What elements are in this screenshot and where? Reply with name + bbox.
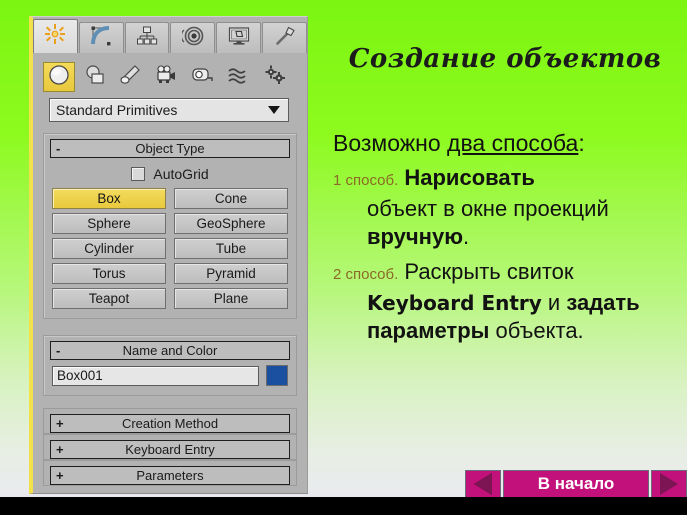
sphere-button[interactable]: Sphere	[52, 213, 166, 234]
geosphere-button[interactable]: GeoSphere	[174, 213, 288, 234]
chevron-down-icon	[268, 106, 280, 114]
cylinder-button[interactable]: Cylinder	[52, 238, 166, 259]
creation-method-expander[interactable]: +	[56, 417, 64, 430]
method-1-tail: .	[463, 224, 470, 249]
object-type-expander[interactable]: -	[56, 142, 60, 155]
method-2-marker: 2 способ.	[333, 266, 399, 283]
intro-line: Возможно два способа:	[333, 128, 681, 158]
primitive-button-grid: Box Cone Sphere GeoSphere Cylinder Tube …	[52, 188, 288, 309]
teapot-button[interactable]: Teapot	[52, 288, 166, 309]
object-type-body: AutoGrid Box Cone Sphere GeoSphere Cylin…	[44, 158, 296, 318]
method-2-normal-1: Раскрыть свиток	[404, 259, 574, 284]
motion-tab[interactable]	[170, 22, 216, 53]
hammer-icon	[274, 25, 296, 52]
modify-tab[interactable]	[78, 22, 124, 53]
method-2-rest: Keyboard Entry и задать параметры объект…	[333, 289, 681, 345]
method-1-marker: 1 способ.	[333, 172, 399, 189]
parameters-rollout-header[interactable]: + Parameters	[50, 466, 290, 485]
creation-method-title: Creation Method	[121, 416, 219, 431]
intro-underlined: два способа	[447, 130, 579, 156]
object-type-rollout: - Object Type AutoGrid Box Cone Sphere G…	[43, 133, 297, 319]
helpers-category[interactable]	[187, 62, 219, 92]
previous-slide-button[interactable]	[465, 470, 501, 498]
name-and-color-rollout: - Name and Color Box001	[43, 335, 297, 396]
shapes-category[interactable]	[79, 62, 111, 92]
cone-button[interactable]: Cone	[174, 188, 288, 209]
name-and-color-title: Name and Color	[122, 343, 218, 358]
method-2-normal-2: объекта.	[489, 318, 584, 343]
next-slide-button[interactable]	[651, 470, 687, 498]
triangle-left-icon	[474, 473, 492, 495]
method-2-conj: и	[541, 290, 567, 315]
torus-button[interactable]: Torus	[52, 263, 166, 284]
primitive-category-dropdown[interactable]: Standard Primitives	[49, 98, 289, 122]
keyboard-entry-label: Keyboard Entry	[367, 291, 542, 315]
object-type-title: Object Type	[135, 141, 205, 156]
tube-button[interactable]: Tube	[174, 238, 288, 259]
plane-button[interactable]: Plane	[174, 288, 288, 309]
triangle-right-icon	[660, 473, 678, 495]
autogrid-checkbox[interactable]	[131, 167, 146, 181]
dropdown-value: Standard Primitives	[56, 102, 178, 118]
method-1-normal-1: объект в окне проекций	[367, 196, 609, 221]
page-title: Создание объектов	[348, 44, 662, 74]
waves-icon	[227, 63, 251, 92]
shapes-icon	[83, 63, 107, 92]
creation-method-rollout: + Creation Method	[43, 408, 297, 434]
command-panel-tabstrip	[33, 18, 308, 53]
box-button[interactable]: Box	[52, 188, 166, 209]
sphere-icon	[47, 63, 71, 92]
intro-prefix: Возможно	[333, 130, 448, 156]
creation-method-rollout-header[interactable]: + Creation Method	[50, 414, 290, 433]
pyramid-button[interactable]: Pyramid	[174, 263, 288, 284]
tape-measure-icon	[191, 63, 215, 92]
object-color-swatch[interactable]	[266, 365, 288, 386]
slide-canvas: Standard Primitives - Object Type AutoGr…	[0, 0, 687, 515]
method-2-paragraph: 2 способ. Раскрыть свиток Keyboard Entry…	[333, 258, 681, 345]
body-text: Возможно два способа: 1 способ. Нарисова…	[333, 128, 681, 352]
name-and-color-body: Box001	[44, 360, 296, 395]
gears-icon	[263, 63, 287, 92]
navigation-bar: В начало	[465, 470, 687, 498]
intro-suffix: :	[578, 130, 585, 156]
method-1-paragraph: 1 способ. Нарисовать объект в окне проек…	[333, 164, 681, 251]
spacewarps-category[interactable]	[223, 62, 255, 92]
home-button[interactable]: В начало	[503, 470, 649, 498]
keyboard-entry-expander[interactable]: +	[56, 443, 64, 456]
keyboard-entry-rollout: + Keyboard Entry	[43, 434, 297, 460]
keyboard-entry-title: Keyboard Entry	[125, 442, 215, 457]
monitor-icon	[228, 25, 250, 52]
light-icon	[119, 63, 143, 92]
hierarchy-tab[interactable]	[124, 22, 170, 53]
method-1-bold-1: Нарисовать	[404, 165, 535, 190]
star-icon	[44, 23, 66, 50]
lights-category[interactable]	[115, 62, 147, 92]
object-type-rollout-header[interactable]: - Object Type	[50, 139, 290, 158]
utilities-tab[interactable]	[262, 22, 307, 53]
hierarchy-icon	[136, 25, 158, 52]
curve-icon	[90, 25, 112, 52]
command-panel: Standard Primitives - Object Type AutoGr…	[29, 16, 308, 494]
autogrid-row[interactable]: AutoGrid	[52, 163, 288, 185]
cameras-category[interactable]	[151, 62, 183, 92]
autogrid-label: AutoGrid	[153, 166, 209, 182]
camera-icon	[155, 63, 179, 92]
method-1-bold-2: вручную	[367, 224, 463, 249]
geometry-category[interactable]	[43, 62, 75, 92]
name-and-color-expander[interactable]: -	[56, 344, 60, 357]
keyboard-entry-rollout-header[interactable]: + Keyboard Entry	[50, 440, 290, 459]
create-tab[interactable]	[33, 19, 78, 53]
bottom-black-band	[0, 497, 687, 515]
parameters-title: Parameters	[136, 468, 204, 483]
parameters-rollout: + Parameters	[43, 460, 297, 486]
parameters-expander[interactable]: +	[56, 469, 64, 482]
spiral-icon	[180, 25, 204, 52]
method-1-rest: объект в окне проекций вручную.	[333, 195, 681, 251]
systems-category[interactable]	[259, 62, 291, 92]
name-and-color-rollout-header[interactable]: - Name and Color	[50, 341, 290, 360]
display-tab[interactable]	[216, 22, 262, 53]
object-name-input[interactable]: Box001	[52, 365, 259, 386]
category-row	[43, 61, 305, 93]
